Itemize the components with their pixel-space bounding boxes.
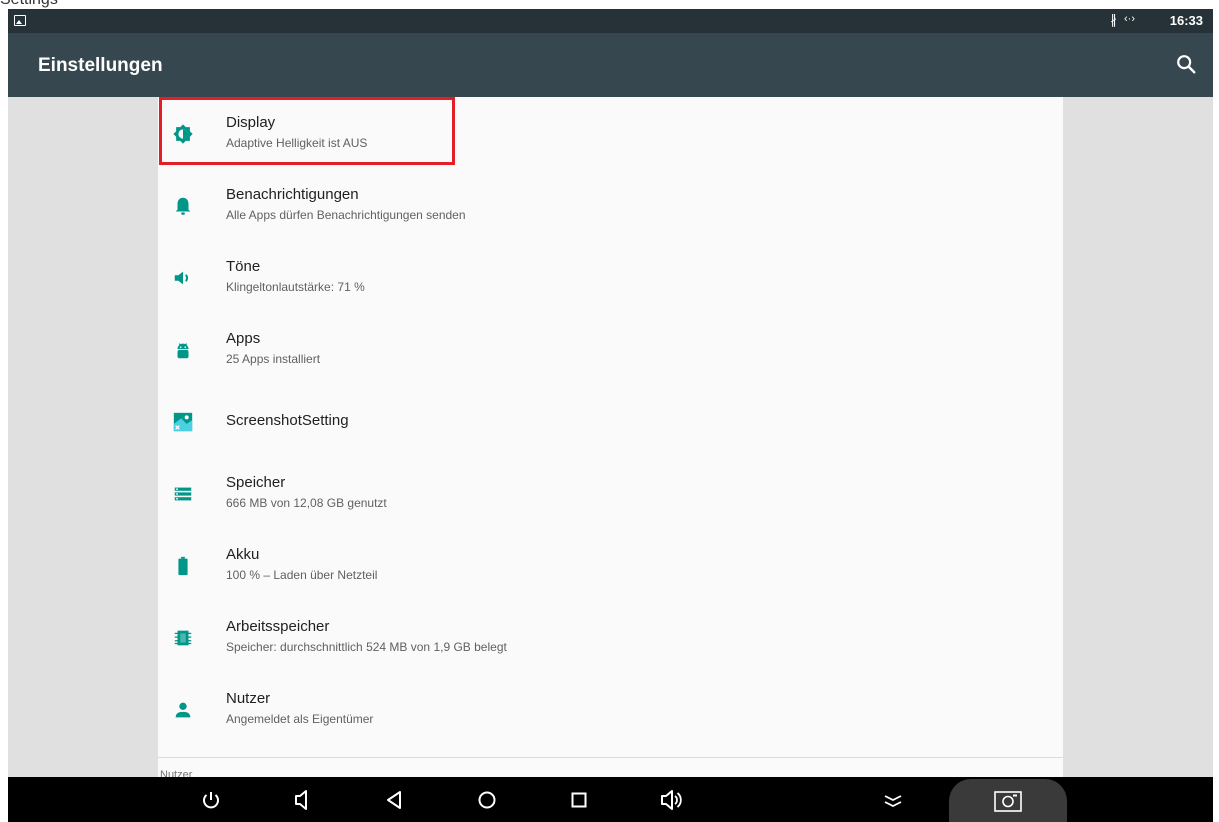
volume-up-icon[interactable] <box>656 785 686 815</box>
settings-item-title: Apps <box>226 330 261 347</box>
battery-icon <box>172 555 194 577</box>
settings-item-title: Akku <box>226 546 260 563</box>
android-icon <box>172 339 194 361</box>
search-icon[interactable] <box>1175 53 1197 75</box>
settings-item-notifications[interactable]: Benachrichtigungen Alle Apps dürfen Bena… <box>158 169 1063 241</box>
screenshot-button[interactable] <box>949 779 1067 822</box>
settings-item-subtitle: 666 MB von 12,08 GB genutzt <box>226 496 387 510</box>
bell-icon <box>172 195 194 217</box>
screenshot-app-icon <box>172 411 194 433</box>
status-bar: ∦ ‹·› 16:33 <box>8 9 1213 33</box>
settings-item-subtitle: Speicher: durchschnittlich 524 MB von 1,… <box>226 640 507 654</box>
settings-item-title: Display <box>226 114 276 131</box>
volume-icon <box>172 267 194 289</box>
recents-icon[interactable] <box>564 785 594 815</box>
settings-item-title: Arbeitsspeicher <box>226 618 330 635</box>
network-icon: ‹·› <box>1124 13 1135 25</box>
home-icon[interactable] <box>472 785 502 815</box>
settings-item-title: ScreenshotSetting <box>226 412 349 429</box>
storage-icon <box>172 483 194 505</box>
navigation-bar <box>8 777 1213 822</box>
collapse-icon[interactable] <box>878 785 908 815</box>
top-caption: Settings <box>0 0 58 9</box>
settings-item-sounds[interactable]: Töne Klingeltonlautstärke: 71 % <box>158 241 1063 313</box>
settings-item-screenshot-setting[interactable]: ScreenshotSetting <box>158 385 1063 457</box>
settings-item-subtitle: 100 % – Laden über Netzteil <box>226 568 378 582</box>
settings-item-subtitle: Adaptive Helligkeit ist AUS <box>226 136 368 150</box>
screenshot-icon <box>994 791 1022 812</box>
settings-item-title: Töne <box>226 258 261 275</box>
settings-content[interactable]: Display Adaptive Helligkeit ist AUS Bena… <box>8 97 1213 777</box>
settings-item-subtitle: 25 Apps installiert <box>226 352 321 366</box>
section-divider <box>158 757 1063 758</box>
settings-item-title: Nutzer <box>226 690 271 707</box>
brightness-icon <box>172 123 194 145</box>
top-caption-strip: Settings <box>0 0 1219 9</box>
memory-icon <box>172 627 194 649</box>
page-title: Einstellungen <box>38 55 163 76</box>
bluetooth-icon: ∦ <box>1110 12 1118 27</box>
settings-item-title: Benachrichtigungen <box>226 186 359 203</box>
power-icon[interactable] <box>196 785 226 815</box>
settings-item-apps[interactable]: Apps 25 Apps installiert <box>158 313 1063 385</box>
back-icon[interactable] <box>380 785 410 815</box>
section-header: Nutzer <box>160 769 193 777</box>
settings-item-subtitle: Klingeltonlautstärke: 71 % <box>226 280 365 294</box>
notification-icon <box>14 15 26 26</box>
settings-item-subtitle: Angemeldet als Eigentümer <box>226 712 374 726</box>
settings-item-subtitle: Alle Apps dürfen Benachrichtigungen send… <box>226 208 466 222</box>
settings-card: Display Adaptive Helligkeit ist AUS Bena… <box>158 97 1063 777</box>
settings-item-storage[interactable]: Speicher 666 MB von 12,08 GB genutzt <box>158 457 1063 529</box>
status-time: 16:33 <box>1169 13 1203 28</box>
settings-item-battery[interactable]: Akku 100 % – Laden über Netzteil <box>158 529 1063 601</box>
settings-item-display[interactable]: Display Adaptive Helligkeit ist AUS <box>158 97 1063 169</box>
app-bar: Einstellungen <box>8 33 1213 97</box>
volume-down-icon[interactable] <box>288 785 318 815</box>
settings-item-title: Speicher <box>226 474 286 491</box>
person-icon <box>172 699 194 721</box>
settings-item-memory[interactable]: Arbeitsspeicher Speicher: durchschnittli… <box>158 601 1063 673</box>
settings-item-users[interactable]: Nutzer Angemeldet als Eigentümer <box>158 673 1063 745</box>
